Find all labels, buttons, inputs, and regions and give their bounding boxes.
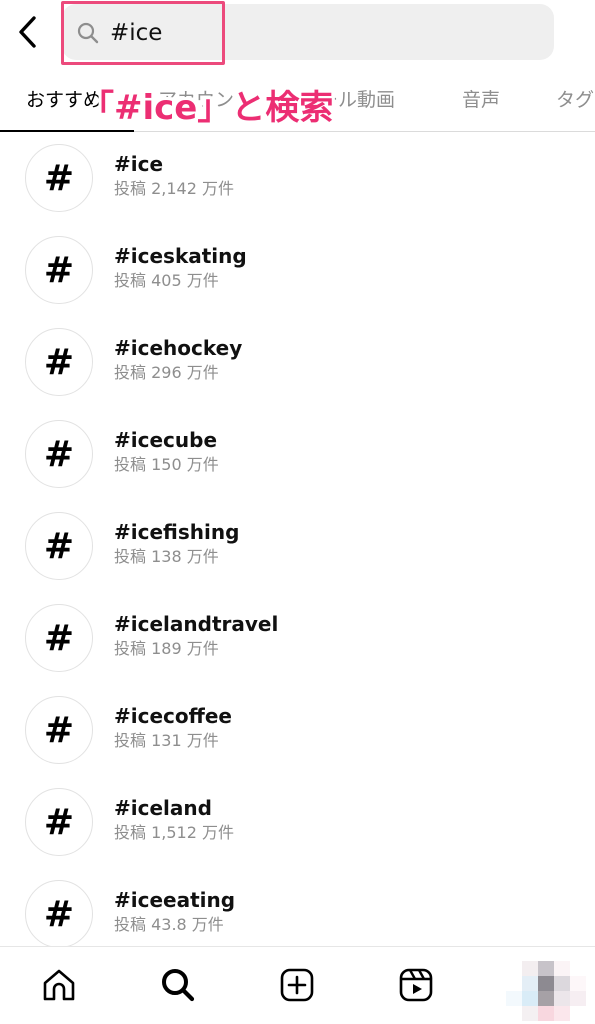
hashtag-name: #iceland: [114, 796, 212, 820]
post-count: 投稿 131 万件: [114, 731, 219, 750]
chevron-left-icon: [19, 16, 36, 48]
hashtag-name: #iceeating: [114, 888, 236, 912]
list-item[interactable]: # #icefishing 投稿 138 万件: [0, 500, 595, 592]
back-button[interactable]: [10, 12, 44, 52]
hashtag-icon: #: [25, 420, 93, 488]
search-icon: [162, 969, 195, 1002]
nav-reels-button[interactable]: [396, 965, 436, 1005]
hashtag-name: #icecoffee: [114, 704, 232, 728]
hashtag-name: #ice: [114, 152, 164, 176]
hashtag-name: #icecube: [114, 428, 218, 452]
nav-create-button[interactable]: [277, 965, 317, 1005]
search-input[interactable]: [110, 16, 330, 50]
nav-profile-avatar[interactable]: [506, 961, 586, 1021]
top-bar: [0, 0, 595, 72]
list-item[interactable]: # #iceland 投稿 1,512 万件: [0, 776, 595, 868]
hashtag-icon: #: [25, 512, 93, 580]
tab-tags[interactable]: タグ: [556, 86, 594, 114]
tab-reels[interactable]: リール動画: [300, 86, 395, 114]
list-item[interactable]: # #ice 投稿 2,142 万件: [0, 132, 595, 224]
hashtag-icon: #: [25, 788, 93, 856]
hashtag-name: #icehockey: [114, 336, 243, 360]
nav-search-button[interactable]: [158, 965, 198, 1005]
post-count: 投稿 189 万件: [114, 639, 219, 658]
hashtag-icon: #: [25, 328, 93, 396]
hashtag-icon: #: [25, 880, 93, 948]
post-count: 投稿 296 万件: [114, 363, 219, 382]
post-count: 投稿 2,142 万件: [114, 179, 234, 198]
bottom-nav: [0, 946, 595, 1024]
nav-home-button[interactable]: [39, 965, 79, 1005]
home-icon: [43, 969, 75, 1001]
reels-icon: [399, 968, 433, 1002]
hashtag-name: #icelandtravel: [114, 612, 279, 636]
hashtag-icon: #: [25, 236, 93, 304]
post-count: 投稿 43.8 万件: [114, 915, 224, 934]
post-count: 投稿 1,512 万件: [114, 823, 234, 842]
post-count: 投稿 405 万件: [114, 271, 219, 290]
tab-recommended[interactable]: おすすめ: [26, 86, 102, 114]
list-item[interactable]: # #icelandtravel 投稿 189 万件: [0, 592, 595, 684]
hashtag-icon: #: [25, 604, 93, 672]
list-item[interactable]: # #icecube 投稿 150 万件: [0, 408, 595, 500]
search-icon: [77, 22, 99, 44]
add-post-icon: [280, 968, 314, 1002]
list-item[interactable]: # #icehockey 投稿 296 万件: [0, 316, 595, 408]
post-count: 投稿 150 万件: [114, 455, 219, 474]
list-item[interactable]: # #iceskating 投稿 405 万件: [0, 224, 595, 316]
hashtag-name: #iceskating: [114, 244, 247, 268]
hashtag-icon: #: [25, 144, 93, 212]
hashtag-name: #icefishing: [114, 520, 240, 544]
tab-audio[interactable]: 音声: [462, 86, 500, 114]
search-tabs: おすすめ アカウント リール動画 音声 タグ: [0, 72, 595, 132]
tab-accounts[interactable]: アカウント: [158, 86, 253, 114]
post-count: 投稿 138 万件: [114, 547, 219, 566]
list-item[interactable]: # #icecoffee 投稿 131 万件: [0, 684, 595, 776]
hashtag-icon: #: [25, 696, 93, 764]
